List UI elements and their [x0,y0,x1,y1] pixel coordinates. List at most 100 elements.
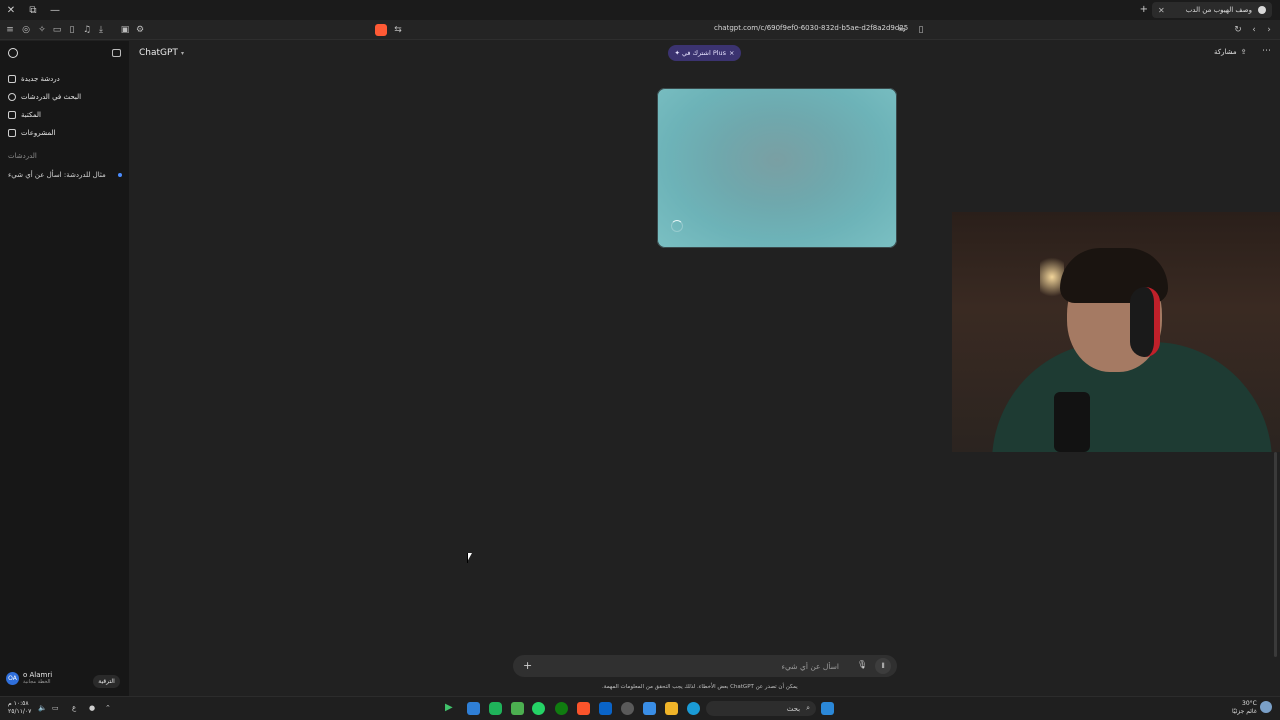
new-chat-icon [8,75,16,83]
tabs-icon[interactable]: ▭ [51,24,63,36]
voice-mode-button[interactable]: ⦀ [875,658,891,674]
close-window-icon[interactable]: ✕ [0,0,22,20]
openai-logo-icon[interactable] [8,48,18,58]
microphone-icon[interactable]: 🎙 [857,660,867,669]
edge-icon[interactable] [687,702,700,715]
webcam-overlay [952,212,1280,452]
browser-tab-strip: ✕ ⧉ — + وصف الهيوب من الدب ✕ [0,0,1280,20]
sidebar-header [0,41,129,65]
new-tab-button[interactable]: + [1140,4,1148,15]
store-icon[interactable] [599,702,612,715]
music-icon[interactable]: ♫ [81,24,93,36]
network-icon[interactable]: ▭ [52,704,59,712]
share-icon: ⇪ [1240,48,1247,56]
settings-icon[interactable]: ⚙ [134,24,146,36]
file-explorer-icon[interactable] [665,702,678,715]
folder-icon [8,129,16,137]
upgrade-button[interactable]: الترقية [93,675,120,688]
library-icon [8,111,16,119]
mic-tray-icon[interactable]: ● [89,704,95,712]
weather-icon [1260,701,1272,713]
avatar: OA [6,672,19,685]
search-label: بحث [786,704,801,713]
brave-shield-icon[interactable] [375,24,387,36]
microphone-stand [1054,392,1090,452]
media-player-icon[interactable]: ▶ [445,702,458,715]
user-profile[interactable]: OA o Alamri الخطة مجانية [6,671,52,686]
user-plan: الخطة مجانية [23,679,51,685]
spotify-icon[interactable] [489,702,502,715]
restore-window-icon[interactable]: ⧉ [22,0,44,20]
generated-image-placeholder [657,88,897,248]
taskbar-search[interactable]: بحث ⌕ [706,701,816,716]
headset-icon [1130,287,1160,357]
close-icon[interactable]: × [729,49,734,57]
location-icon[interactable]: ◎ [20,24,32,36]
calendar-icon[interactable] [643,702,656,715]
translate-icon[interactable]: ⇆ [392,24,404,36]
taskbar: ١٠:٥٨ م ٢٥/١١/٠٧ 🔈 ▭ ع ● ⌃ ▶ بحث ⌕ 30°C … [0,696,1280,720]
tray-chevron-icon[interactable]: ⌃ [105,704,111,712]
sidebar-icon[interactable]: ▯ [66,24,78,36]
sidebar-item-label: المشروعات [21,129,56,137]
site-settings-icon[interactable]: ⇋ [896,24,908,36]
model-name: ChatGPT [139,48,178,58]
app-icon[interactable] [467,702,480,715]
forward-icon[interactable]: › [1263,24,1275,36]
download-icon[interactable]: ⤓ [95,24,107,36]
disclaimer-text: .بعض الأخطاء. لذلك يجب التحقق من المعلوم… [602,684,798,690]
plus-label: ✦ اشترك في Plus [674,49,727,57]
weather-widget[interactable]: 30°C غائم جزئيًا [1232,700,1257,716]
settings-gear-icon[interactable] [621,702,634,715]
sidebar-item-library[interactable]: المكتبة [8,108,41,122]
active-dot-icon [118,173,122,177]
more-options-icon[interactable]: ⋯ [1262,46,1271,56]
tab-close-icon[interactable]: ✕ [1158,6,1165,15]
model-selector[interactable]: ChatGPT ▾ [139,48,184,58]
share-button[interactable]: مشاركة ⇪ [1214,48,1246,56]
xbox-icon[interactable] [555,702,568,715]
prompt-input[interactable] [539,659,839,673]
back-icon[interactable]: ‹ [1248,24,1260,36]
minimize-window-icon[interactable]: — [44,0,66,20]
sidebar-item-label: المكتبة [21,111,41,119]
browser-tab[interactable]: وصف الهيوب من الدب ✕ [1152,2,1272,18]
mouse-cursor-icon [467,553,472,563]
extensions-icon[interactable]: ✧ [36,24,48,36]
temperature: 30°C [1242,700,1257,707]
menu-icon[interactable]: ≡ [4,24,16,36]
chats-section-title: الدردشات [8,152,37,160]
chevron-down-icon: ▾ [180,49,184,57]
search-icon [8,93,16,101]
list-item[interactable]: مثال للدردشة: اسأل عن أي شيء [8,171,122,179]
clock-date: ٢٥/١١/٠٧ [8,708,32,715]
user-name: o Alamri [23,671,53,679]
excel-icon[interactable] [511,702,524,715]
whatsapp-icon[interactable] [532,702,545,715]
sidebar-item-projects[interactable]: المشروعات [8,126,56,140]
add-attachment-icon[interactable]: + [523,659,532,672]
address-url[interactable]: chatgpt.com/c/690f9ef0-6030-832d-b5ae-d2… [714,24,908,32]
sidebar-item-search[interactable]: البحث في الدردشات [8,90,81,104]
screenshot-icon[interactable]: ▣ [119,24,131,36]
composer: + 🎙 ⦀ [513,655,897,677]
share-label: مشاركة [1214,48,1237,56]
start-icon[interactable] [821,702,834,715]
browser-toolbar: ≡ ◎ ✧ ▭ ▯ ♫ ⤓ ▣ ⚙ ⇆ chatgpt.com/c/690f9e… [0,20,1280,40]
scrollbar[interactable] [1274,452,1277,657]
clock-time: ١٠:٥٨ م [8,700,29,707]
clock[interactable]: ١٠:٥٨ م ٢٥/١١/٠٧ [8,700,31,716]
weather-text: غائم جزئيًا [1232,708,1257,715]
sidebar-toggle-icon[interactable] [112,49,121,57]
sidebar: دردشة جديدة البحث في الدردشات المكتبة ال… [0,41,129,696]
subscribe-plus-button[interactable]: ✦ اشترك في Plus × [668,45,741,61]
sidebar-item-label: البحث في الدردشات [21,93,82,101]
brave-icon[interactable] [577,702,590,715]
bookmark-icon[interactable]: ▯ [915,24,927,36]
reload-icon[interactable]: ↻ [1232,24,1244,36]
language-indicator[interactable]: ع [72,704,76,712]
volume-icon[interactable]: 🔈 [38,704,47,712]
chat-title: مثال للدردشة: اسأل عن أي شيء [8,171,106,179]
search-icon: ⌕ [806,704,810,712]
sidebar-item-new-chat[interactable]: دردشة جديدة [8,72,60,86]
